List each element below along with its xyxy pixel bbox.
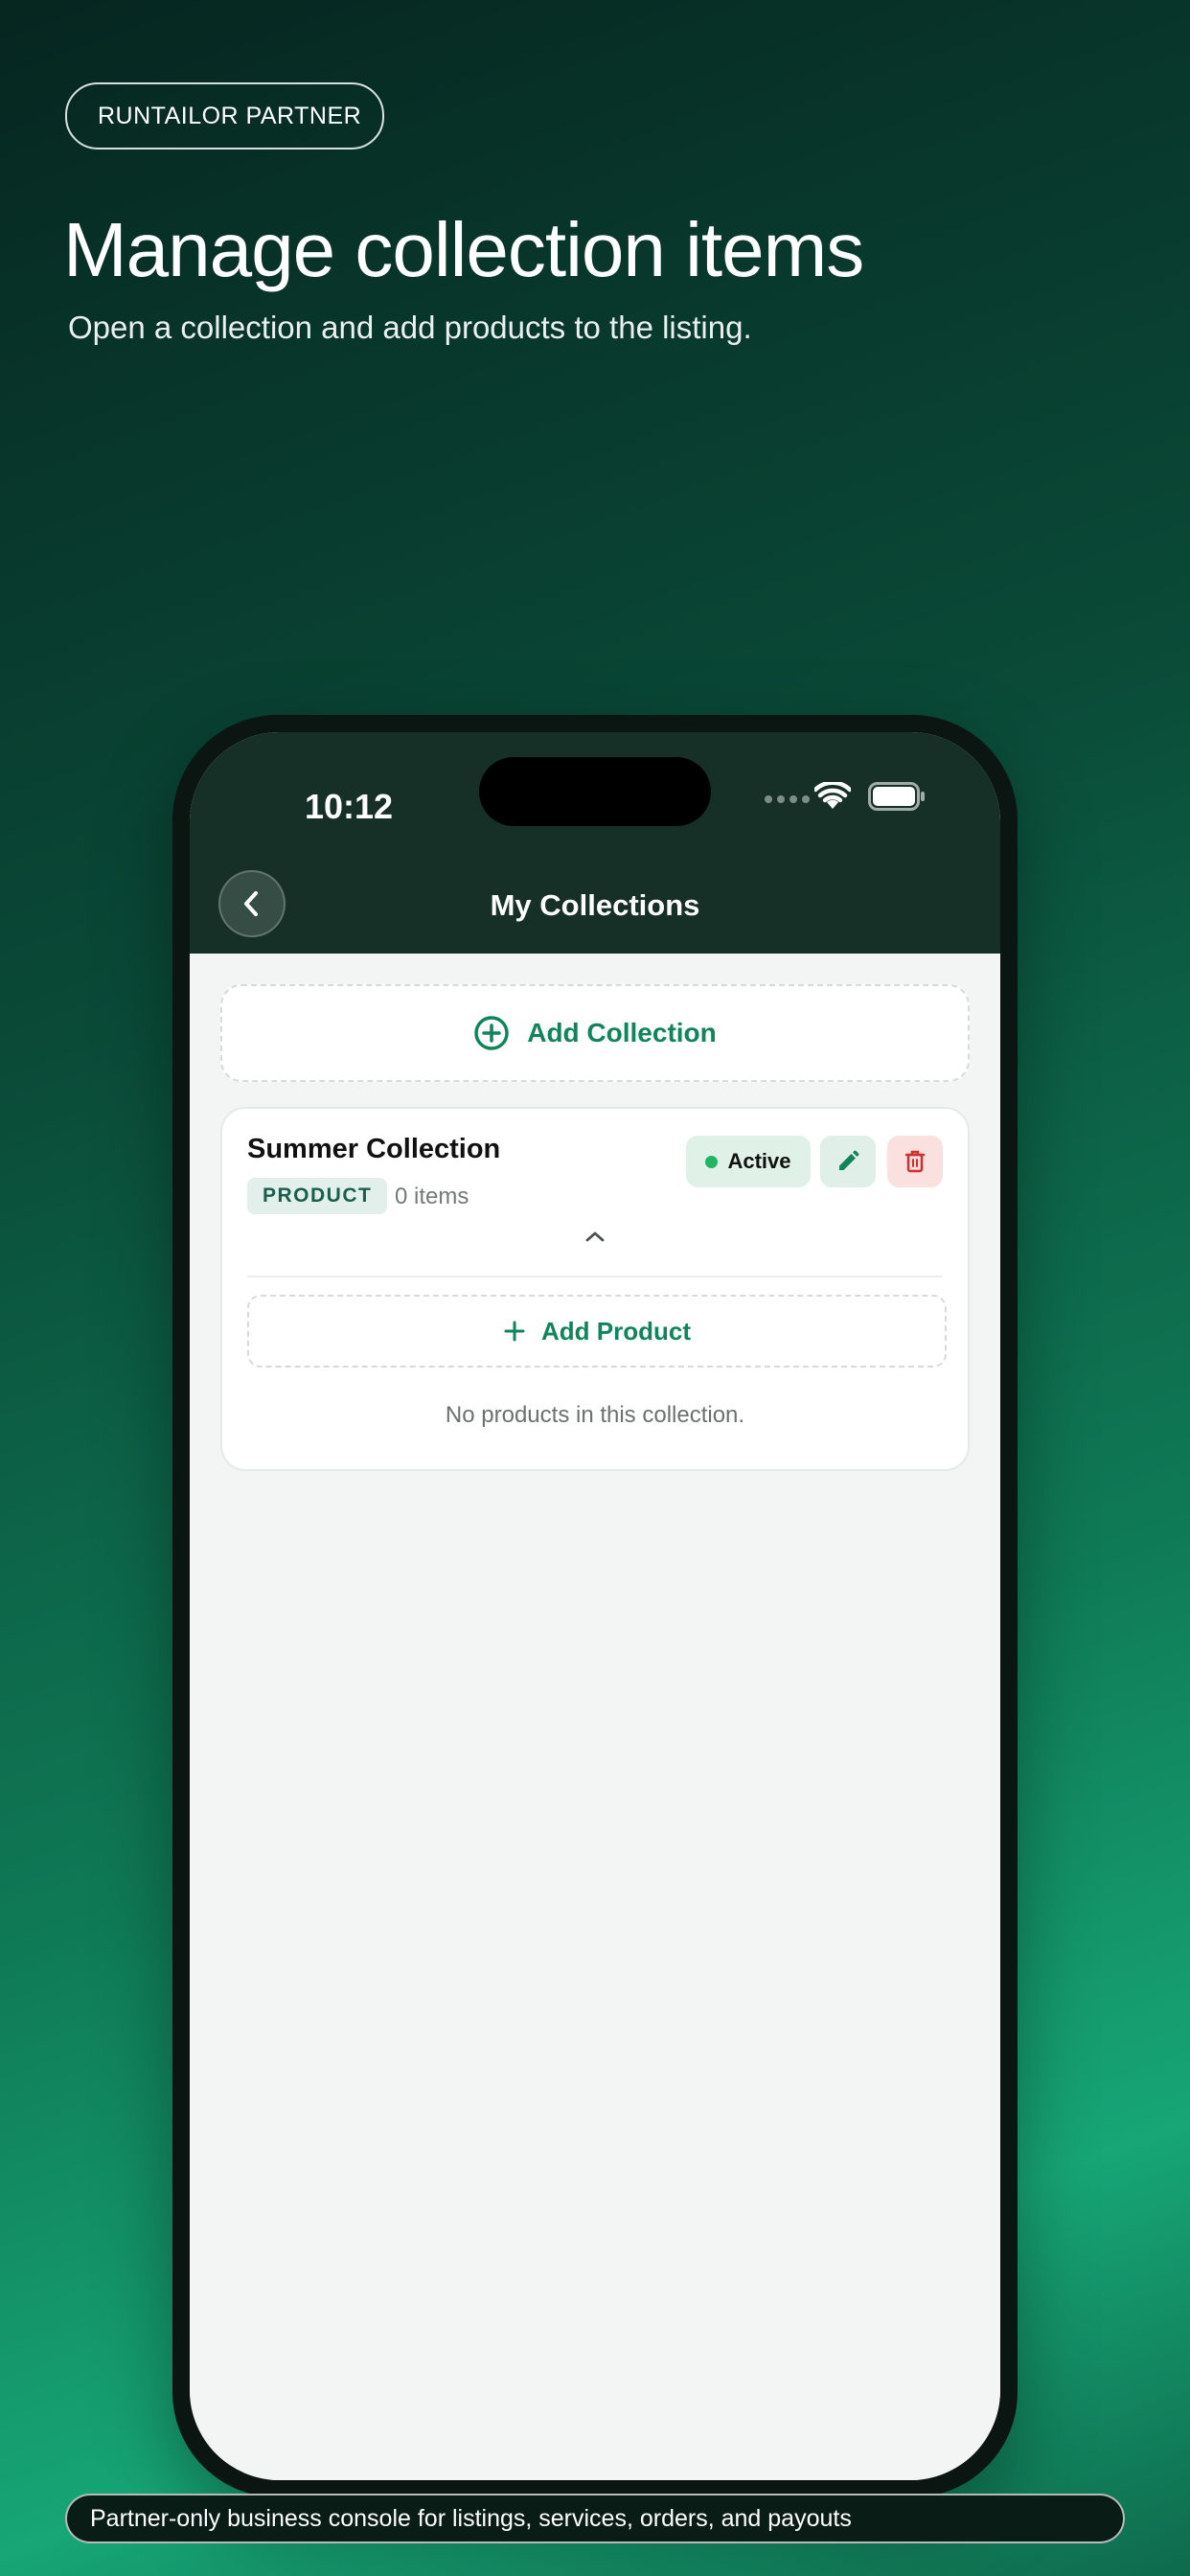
brand-label: RUNTAILOR PARTNER (98, 102, 362, 129)
footer-text: Partner-only business console for listin… (90, 2504, 852, 2532)
add-collection-button[interactable]: Add Collection (220, 984, 970, 1082)
add-product-button[interactable]: Add Product (247, 1295, 947, 1368)
plus-icon (504, 1321, 525, 1342)
add-collection-label: Add Collection (527, 1018, 717, 1047)
wifi-icon (814, 782, 851, 809)
status-badge[interactable]: Active (686, 1136, 811, 1187)
battery-icon (868, 782, 925, 811)
trash-icon (904, 1150, 926, 1173)
brand-badge: RUNTAILOR PARTNER (65, 82, 385, 150)
phone-screen: 10:12 My Collections Add Collection Summ… (190, 732, 1000, 2480)
hero-title: Manage collection items (63, 207, 864, 292)
collections-content: Add Collection Summer Collection PRODUCT… (190, 954, 1000, 2480)
cellular-signal-icon (765, 795, 810, 803)
plus-circle-icon (474, 1016, 509, 1050)
collection-type-badge: PRODUCT (247, 1178, 388, 1214)
collection-card: Summer Collection PRODUCT 0 items Active (220, 1107, 970, 1471)
status-dot-icon (705, 1155, 719, 1168)
footer-caption: Partner-only business console for listin… (65, 2494, 1125, 2543)
hero-subtitle: Open a collection and add products to th… (68, 310, 752, 345)
dynamic-island (479, 757, 711, 826)
page-title: My Collections (490, 887, 700, 922)
delete-collection-button[interactable] (887, 1136, 943, 1187)
phone-frame: 10:12 My Collections Add Collection Summ… (172, 715, 1018, 2497)
collection-name: Summer Collection (247, 1134, 501, 1164)
edit-collection-button[interactable] (820, 1136, 876, 1187)
pencil-icon (839, 1150, 859, 1170)
add-product-label: Add Product (541, 1316, 691, 1346)
status-time: 10:12 (305, 787, 394, 826)
back-button[interactable] (218, 870, 286, 937)
nav-bar: My Collections (190, 857, 1000, 954)
chevron-left-icon (244, 891, 258, 916)
chevron-up-icon (585, 1231, 605, 1242)
collapse-toggle-button[interactable] (573, 1220, 617, 1253)
status-label: Active (727, 1149, 791, 1173)
empty-state-text: No products in this collection. (445, 1402, 745, 1428)
status-bar: 10:12 (190, 732, 1000, 876)
collection-item-count: 0 items (395, 1184, 469, 1209)
card-divider (247, 1276, 943, 1277)
